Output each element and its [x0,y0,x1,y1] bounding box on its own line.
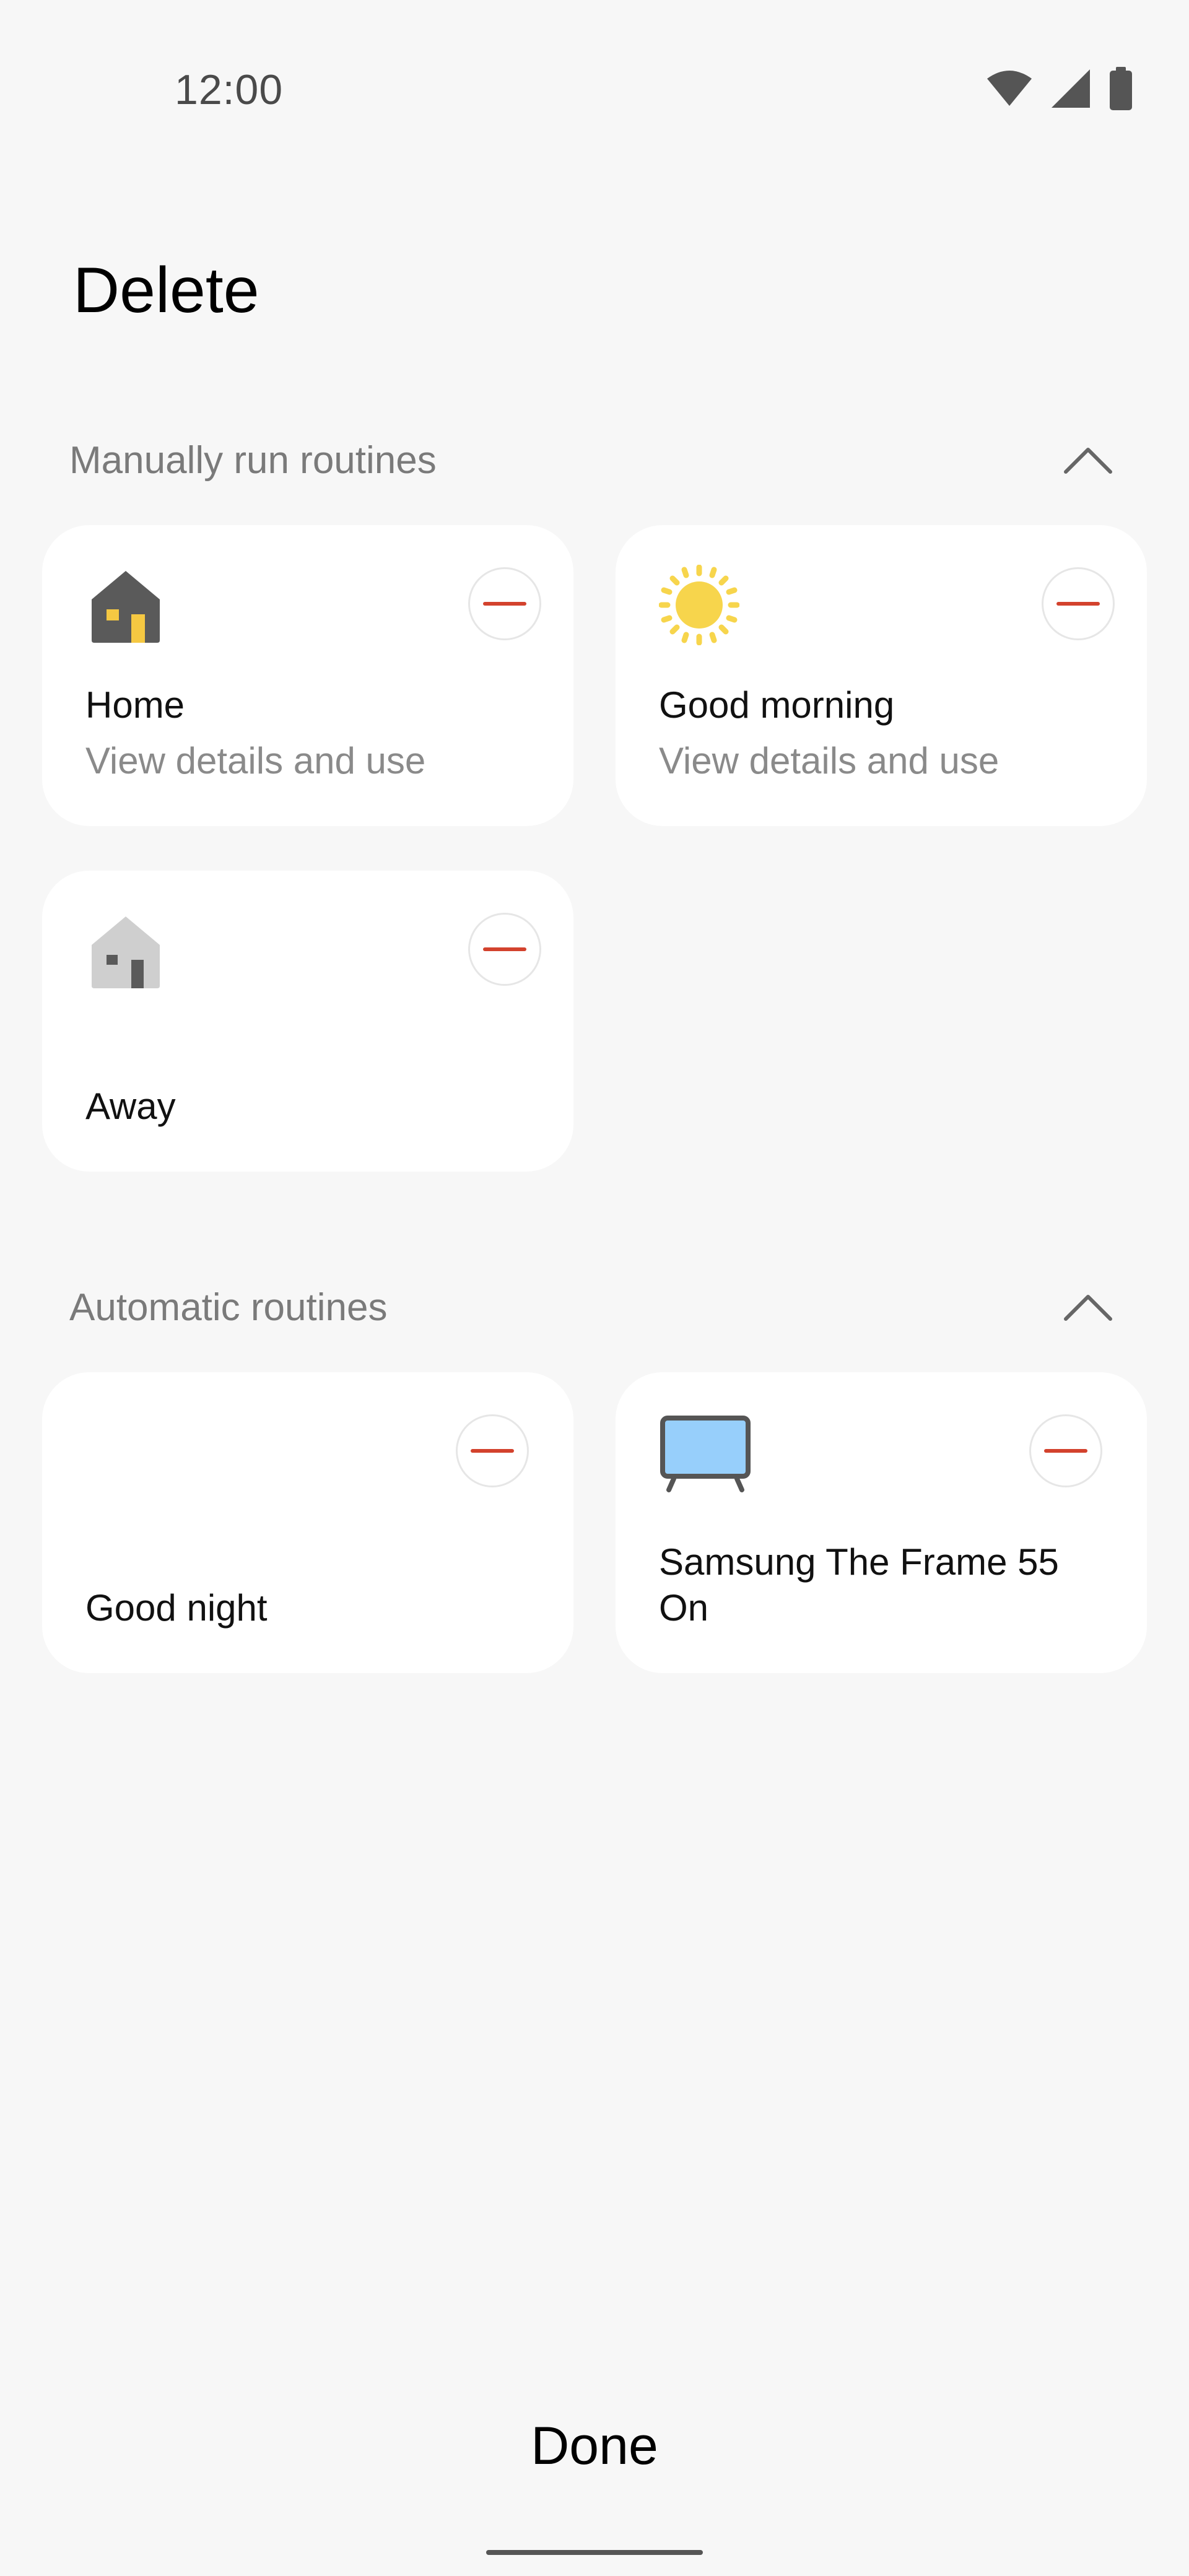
wifi-icon [987,71,1032,106]
remove-good-night-button[interactable] [456,1414,529,1487]
home-indicator[interactable] [486,2550,703,2555]
minus-icon [483,947,526,951]
routine-name: Home [85,684,185,726]
routine-card-samsung-frame[interactable]: Samsung The Frame 55 On [616,1372,1147,1673]
remove-samsung-frame-button[interactable] [1029,1414,1102,1487]
home-icon [92,571,160,643]
minus-icon [1056,602,1100,606]
section-header-manual: Manually run routines [69,426,1122,494]
moon-icon [90,1419,159,1481]
minus-icon [483,602,526,606]
routine-name: Good morning [659,684,895,726]
done-button[interactable]: Done [409,2403,780,2489]
routine-name: Good night [85,1587,268,1629]
routine-card-good-night[interactable]: Good night [42,1372,573,1673]
status-icons [986,67,1133,110]
collapse-automatic-button[interactable] [1054,1273,1122,1341]
routine-subtitle: View details and use [659,740,1000,781]
routine-name: Samsung The Frame 55 On [659,1541,1059,1629]
sun-icon [659,565,739,645]
tv-icon [660,1416,751,1492]
section-label-automatic: Automatic routines [69,1286,388,1329]
routine-card-good-morning[interactable]: Good morning View details and use [616,525,1147,826]
battery-icon [1110,67,1132,110]
remove-good-morning-button[interactable] [1042,567,1115,640]
section-label-manual: Manually run routines [69,438,437,482]
status-time: 12:00 [175,66,284,113]
routine-name: Away [85,1086,176,1127]
minus-icon [1044,1449,1087,1453]
chevron-up-icon [1064,1295,1112,1321]
section-header-automatic: Automatic routines [69,1273,1122,1341]
remove-away-button[interactable] [468,913,541,986]
chevron-up-icon [1064,448,1112,474]
routine-card-away[interactable]: Away [42,871,573,1172]
page-title: Delete [73,255,259,326]
minus-icon [471,1449,514,1453]
signal-icon [1052,69,1090,108]
routine-card-home[interactable]: Home View details and use [42,525,573,826]
status-bar: 12:00 [0,0,1189,186]
collapse-manual-button[interactable] [1054,426,1122,494]
routine-subtitle: View details and use [85,740,426,781]
away-home-icon [92,916,160,988]
remove-home-button[interactable] [468,567,541,640]
